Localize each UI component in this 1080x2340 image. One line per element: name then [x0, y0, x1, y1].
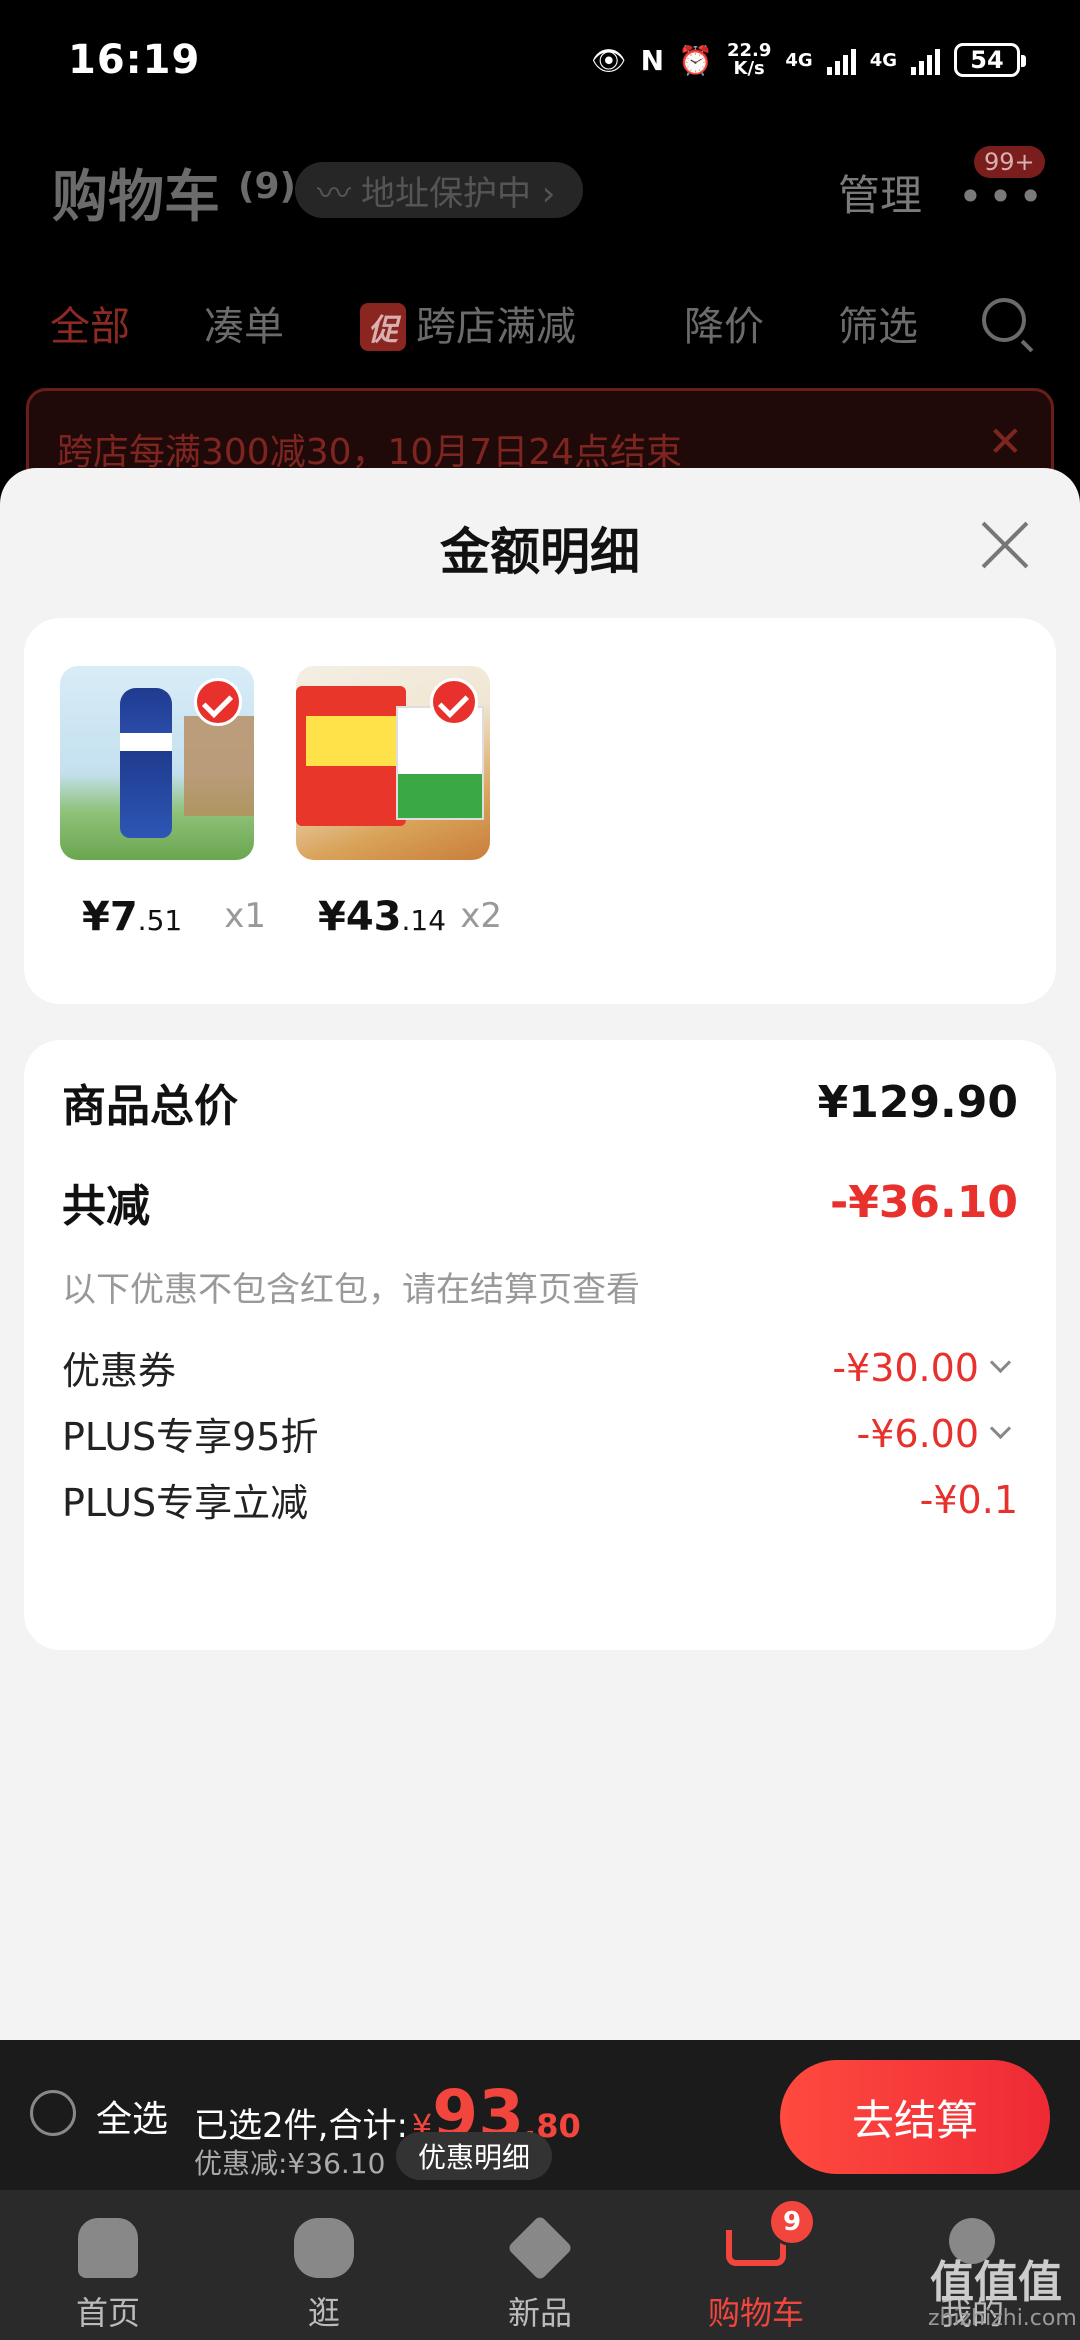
check-icon [430, 678, 478, 726]
home-icon [78, 2218, 138, 2278]
nav-browse[interactable]: 逛 [216, 2190, 432, 2340]
plus95-value: -¥6.00 [856, 1411, 980, 1456]
plus-reduce-label: PLUS专享立减 [62, 1481, 309, 1525]
eye-icon: 👁 [591, 43, 627, 77]
status-icons: 👁 N ⏰ 22.9 K/s 4G 4G 54 [591, 40, 1026, 79]
select-all-checkbox[interactable] [30, 2090, 76, 2136]
net-type-2: 4G [869, 49, 897, 71]
total-reduction-row: 共减 -¥36.10 [62, 1170, 1018, 1234]
crate-shape [184, 716, 254, 816]
total-reduction-value: -¥36.10 [829, 1176, 1018, 1228]
tab-filter[interactable]: 筛选 [838, 294, 918, 352]
selected-text: 已选2件,合计: [194, 2106, 408, 2146]
sheet-title: 金额明细 [440, 523, 640, 581]
cube-icon [506, 2214, 574, 2282]
nfc-icon: N [640, 43, 665, 77]
plus-reduce-value: -¥0.1 [919, 1477, 1018, 1522]
total-price-label: 商品总价 [62, 1081, 238, 1132]
manage-button[interactable]: 管理 [838, 162, 922, 223]
cart-header: 购物车 (9) 〰地址保护中 › 管理 • • • 99+ [0, 130, 1080, 260]
signal-icon [826, 45, 856, 75]
coupon-value-wrap: -¥30.00 [832, 1346, 1018, 1390]
watermark-site: zhizhizhi.com [928, 2306, 1077, 2331]
amount-detail-sheet: 金额明细 ¥7.51 x1 ¥43.14 x2 商品总价 ¥129.90 共减 … [0, 468, 1080, 2040]
check-icon [194, 678, 242, 726]
total-price-row: 商品总价 ¥129.90 [62, 1070, 1018, 1134]
product-item[interactable]: ¥43.14 x2 [260, 666, 502, 940]
plus95-value-wrap: -¥6.00 [857, 1412, 1019, 1456]
coupon-row[interactable]: 优惠券 -¥30.00 [62, 1340, 1018, 1395]
checkout-button[interactable]: 去结算 [780, 2060, 1050, 2174]
bear-icon [294, 2218, 354, 2278]
status-bar: 16:19 👁 N ⏰ 22.9 K/s 4G 4G 54 [0, 0, 1080, 120]
select-all-label[interactable]: 全选 [96, 2090, 168, 2142]
close-icon[interactable] [980, 520, 1030, 570]
alarm-icon: ⏰ [678, 43, 713, 77]
shield-eye-icon: 〰 [317, 173, 351, 214]
product-item[interactable]: ¥7.51 x1 [24, 666, 266, 940]
product-image [296, 666, 490, 860]
close-icon[interactable]: ✕ [988, 417, 1023, 466]
checkout-bar: 全选 已选2件,合计: ¥ 93 .80 优惠减:¥36.10 优惠明细 去结算 [0, 2040, 1080, 2190]
product-qty: x2 [460, 896, 502, 936]
discount-summary: 优惠减:¥36.10 [194, 2147, 386, 2180]
product-qty: x1 [224, 896, 266, 936]
nav-cart[interactable]: 9 购物车 [648, 2190, 864, 2340]
reduction-note: 以下优惠不包含红包，请在结算页查看 [62, 1270, 640, 1310]
battery-icon: 54 [954, 43, 1026, 77]
promo-tag: 促 [360, 303, 406, 351]
page-title: 购物车 [52, 165, 220, 230]
cart-count: (9) [238, 166, 296, 207]
chevron-down-icon[interactable] [989, 1351, 1012, 1374]
coupon-value: -¥30.00 [832, 1345, 979, 1390]
network-speed: 22.9 K/s [726, 40, 772, 79]
cart-badge: 9 [768, 2198, 816, 2246]
tab-bundle[interactable]: 凑单 [204, 294, 284, 352]
discount-detail-button[interactable]: 优惠明细 [396, 2132, 553, 2180]
total-reduction-label: 共减 [62, 1181, 150, 1232]
search-icon[interactable] [982, 298, 1026, 342]
plus95-label: PLUS专享95折 [62, 1415, 319, 1459]
tab-all[interactable]: 全部 [50, 294, 130, 352]
amount-detail-card: 商品总价 ¥129.90 共减 -¥36.10 以下优惠不包含红包，请在结算页查… [24, 1040, 1056, 1650]
tab-price-drop[interactable]: 降价 [684, 294, 764, 352]
tab-cross-store[interactable]: 促跨店满减 [360, 294, 576, 352]
address-protection-pill[interactable]: 〰地址保护中 › [295, 162, 584, 218]
net-type-1: 4G [785, 49, 813, 71]
bottom-nav: 首页 逛 新品 9 购物车 我的 值值值 zhizhizhi.com [0, 2190, 1080, 2340]
status-time: 16:19 [68, 37, 201, 83]
milk-carton-shape [396, 706, 484, 820]
product-price: ¥7.51 x1 [82, 894, 266, 940]
plus-reduce-row: PLUS专享立减 -¥0.1 [62, 1472, 1018, 1527]
more-icon[interactable]: • • • [958, 172, 1043, 221]
nav-home[interactable]: 首页 [0, 2190, 216, 2340]
coupon-label: 优惠券 [62, 1349, 177, 1393]
plus95-row[interactable]: PLUS专享95折 -¥6.00 [62, 1406, 1018, 1461]
products-card: ¥7.51 x1 ¥43.14 x2 [24, 618, 1056, 1004]
total-price-value: ¥129.90 [817, 1076, 1018, 1128]
product-price: ¥43.14 x2 [318, 894, 502, 940]
milk-bottle-shape [120, 688, 172, 838]
chevron-down-icon[interactable] [989, 1417, 1012, 1440]
product-image [60, 666, 254, 860]
filter-tabs: 全部 凑单 促跨店满减 降价 筛选 [0, 280, 1080, 360]
message-badge: 99+ [974, 146, 1045, 178]
watermark-logo: 值值值 [930, 2257, 1062, 2308]
promo-board-shape [296, 686, 406, 826]
nav-new[interactable]: 新品 [432, 2190, 648, 2340]
signal-icon-2 [911, 45, 940, 75]
